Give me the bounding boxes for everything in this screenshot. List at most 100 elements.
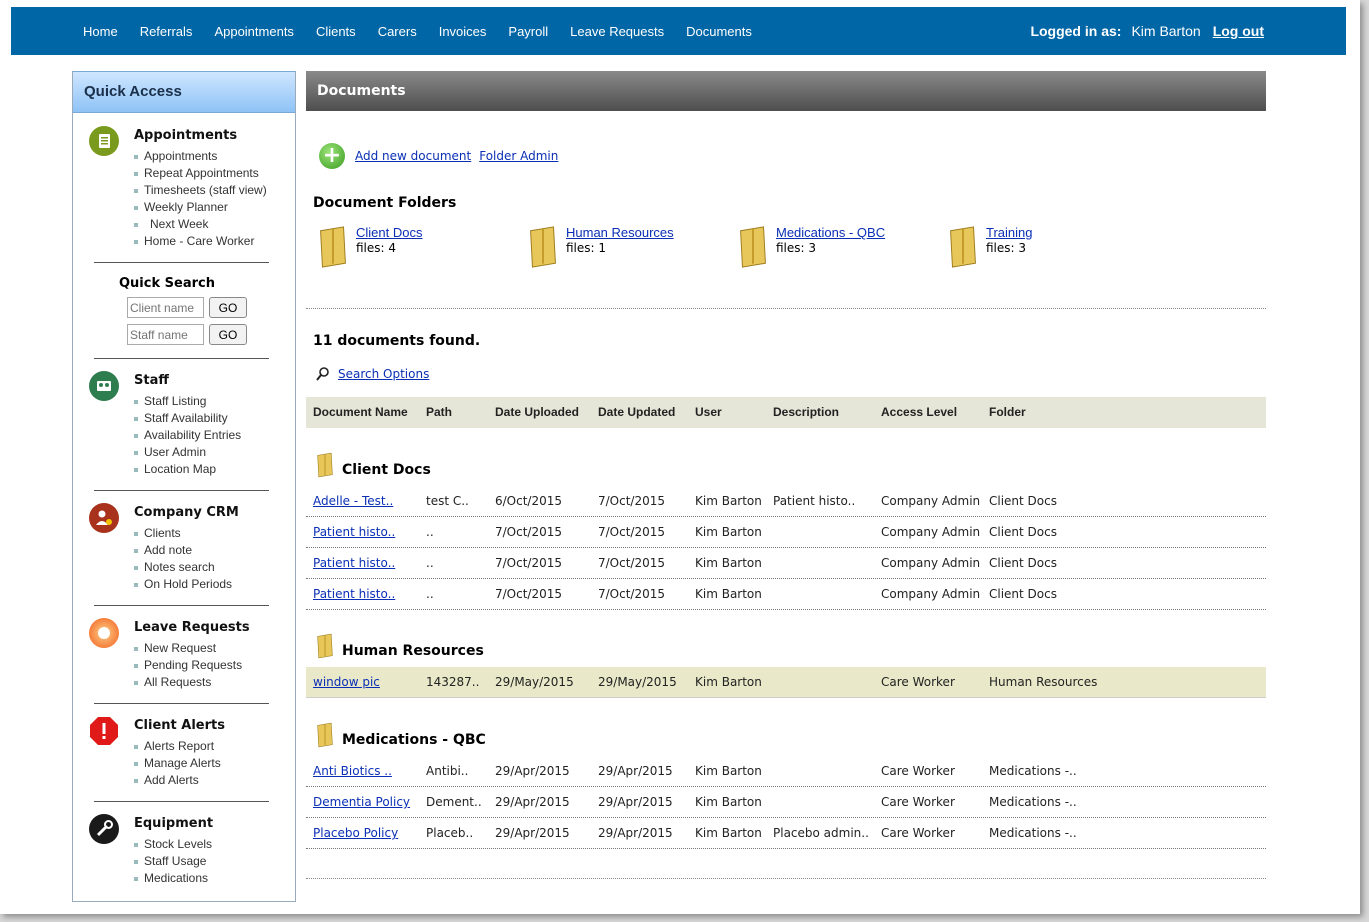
- sidebar-item-stock-levels[interactable]: Stock Levels: [134, 836, 212, 853]
- table-row[interactable]: Patient histo.... 7/Oct/2015 7/Oct/2015 Kim…: [306, 548, 1266, 579]
- main-nav: Home Referrals Appointments Clients Care…: [83, 7, 774, 55]
- nav-carers[interactable]: Carers: [378, 24, 417, 39]
- table-cell: Placeb..: [426, 826, 474, 840]
- folder-link[interactable]: Medications - QBC: [776, 225, 885, 240]
- folder-link[interactable]: Client Docs: [356, 225, 422, 240]
- sidebar-item-staff-usage[interactable]: Staff Usage: [134, 853, 212, 870]
- document-name-cell[interactable]: Patient histo..: [313, 517, 395, 547]
- search-options-link[interactable]: Search Options: [338, 367, 429, 381]
- document-link[interactable]: Adelle - Test..: [313, 494, 393, 508]
- sidebar-item-staff-availability[interactable]: Staff Availability: [134, 410, 241, 427]
- table-row[interactable]: Anti Biotics .. Antibi.. 29/Apr/2015 29/Apr…: [306, 756, 1266, 787]
- table-cell: 29/Apr/2015: [495, 795, 570, 809]
- sidebar-item-repeat-appointments[interactable]: Repeat Appointments: [134, 165, 267, 182]
- sidebar-item-pending-requests[interactable]: Pending Requests: [134, 657, 242, 674]
- add-new-document-link[interactable]: Add new document: [355, 149, 471, 163]
- table-cell: Kim Barton: [695, 525, 762, 539]
- nav-leave-requests[interactable]: Leave Requests: [570, 24, 664, 39]
- staff-search-go-button[interactable]: GO: [209, 324, 247, 345]
- equipment-title: Equipment: [134, 816, 214, 831]
- documents-found-count: 11 documents found.: [313, 333, 481, 349]
- table-cell: Care Worker: [881, 764, 955, 778]
- table-row[interactable]: Patient histo.... 7/Oct/2015 7/Oct/2015 Kim…: [306, 517, 1266, 548]
- divider: [94, 358, 269, 359]
- sidebar-item-location-map[interactable]: Location Map: [134, 461, 241, 478]
- table-row[interactable]: window pic 143287.. 29/May/2015 29/May/2015…: [306, 667, 1266, 698]
- sidebar-item-new-request[interactable]: New Request: [134, 640, 242, 657]
- client-name-input[interactable]: [127, 297, 204, 318]
- sidebar-item-add-note[interactable]: Add note: [134, 542, 232, 559]
- sidebar-item-availability-entries[interactable]: Availability Entries: [134, 427, 241, 444]
- document-link[interactable]: Patient histo..: [313, 587, 395, 601]
- table-cell: ..: [426, 587, 434, 601]
- col-date-uploaded[interactable]: Date Uploaded: [495, 397, 579, 428]
- document-name-cell[interactable]: Placebo Policy: [313, 818, 398, 848]
- document-name-cell[interactable]: Adelle - Test..: [313, 486, 393, 516]
- sidebar-item-clients[interactable]: Clients: [134, 525, 232, 542]
- table-row[interactable]: Patient histo.... 7/Oct/2015 7/Oct/2015 Kim…: [306, 579, 1266, 610]
- document-link[interactable]: Anti Biotics ..: [313, 764, 392, 778]
- nav-payroll[interactable]: Payroll: [508, 24, 548, 39]
- document-name-cell[interactable]: Patient histo..: [313, 548, 395, 578]
- sidebar-item-staff-listing[interactable]: Staff Listing: [134, 393, 241, 410]
- sidebar-item-manage-alerts[interactable]: Manage Alerts: [134, 755, 221, 772]
- sidebar-item-all-requests[interactable]: All Requests: [134, 674, 242, 691]
- sidebar-item-alerts-report[interactable]: Alerts Report: [134, 738, 221, 755]
- folder-link[interactable]: Training: [986, 225, 1032, 240]
- sidebar-item-weekly-planner[interactable]: Weekly Planner: [134, 199, 267, 216]
- document-link[interactable]: Patient histo..: [313, 525, 395, 539]
- logout-link[interactable]: Log out: [1213, 23, 1264, 39]
- nav-documents[interactable]: Documents: [686, 24, 752, 39]
- sidebar-item-medications[interactable]: Medications: [134, 870, 212, 887]
- nav-home[interactable]: Home: [83, 24, 118, 39]
- nav-invoices[interactable]: Invoices: [439, 24, 487, 39]
- table-cell: 7/Oct/2015: [598, 556, 666, 570]
- col-date-updated[interactable]: Date Updated: [598, 397, 675, 428]
- sidebar-item-user-admin[interactable]: User Admin: [134, 444, 241, 461]
- divider: [94, 490, 269, 491]
- document-name-cell[interactable]: Dementia Policy: [313, 787, 410, 817]
- quick-access-sidebar: Quick Access Appointments Appointments R…: [72, 71, 296, 902]
- sidebar-item-timesheets[interactable]: Timesheets (staff view): [134, 182, 267, 199]
- document-link[interactable]: Dementia Policy: [313, 795, 410, 809]
- client-search-go-button[interactable]: GO: [209, 297, 247, 318]
- col-document-name[interactable]: Document Name: [313, 397, 408, 428]
- table-row[interactable]: Adelle - Test.. test C.. 6/Oct/2015 7/Oct/2…: [306, 486, 1266, 517]
- folder-link[interactable]: Human Resources: [566, 225, 674, 240]
- document-link[interactable]: window pic: [313, 675, 380, 689]
- staff-name-input[interactable]: [127, 324, 204, 345]
- col-folder[interactable]: Folder: [989, 397, 1026, 428]
- divider: [94, 703, 269, 704]
- nav-appointments[interactable]: Appointments: [214, 24, 294, 39]
- col-user[interactable]: User: [695, 397, 722, 428]
- col-description[interactable]: Description: [773, 397, 839, 428]
- folder-file-count: files: 4: [356, 241, 397, 255]
- nav-referrals[interactable]: Referrals: [140, 24, 193, 39]
- sidebar-item-notes-search[interactable]: Notes search: [134, 559, 232, 576]
- sidebar-item-on-hold-periods[interactable]: On Hold Periods: [134, 576, 232, 593]
- sidebar-item-home-care-worker[interactable]: Home - Care Worker: [134, 233, 267, 250]
- folder-icon: [317, 633, 333, 659]
- search-options[interactable]: Search Options: [316, 367, 437, 381]
- document-name-cell[interactable]: Anti Biotics ..: [313, 756, 392, 786]
- folder-admin-link[interactable]: Folder Admin: [479, 149, 558, 163]
- col-path[interactable]: Path: [426, 397, 452, 428]
- document-link[interactable]: Placebo Policy: [313, 826, 398, 840]
- add-plus-icon[interactable]: +: [319, 143, 345, 169]
- table-cell: 7/Oct/2015: [598, 525, 666, 539]
- sidebar-item-appointments[interactable]: Appointments: [134, 148, 267, 165]
- table-row[interactable]: Dementia Policy Dement.. 29/Apr/2015 29/Apr…: [306, 787, 1266, 818]
- sidebar-item-add-alerts[interactable]: Add Alerts: [134, 772, 221, 789]
- table-row[interactable]: Placebo Policy Placeb.. 29/Apr/2015 29/Apr/…: [306, 818, 1266, 849]
- table-cell: 143287..: [426, 675, 480, 689]
- document-name-cell[interactable]: window pic: [313, 667, 380, 697]
- table-cell: Company Admin: [881, 494, 981, 508]
- document-name-cell[interactable]: Patient histo..: [313, 579, 395, 609]
- nav-clients[interactable]: Clients: [316, 24, 356, 39]
- search-icon: [316, 367, 329, 381]
- wrench-icon: [89, 814, 119, 844]
- col-access-level[interactable]: Access Level: [881, 397, 957, 428]
- document-link[interactable]: Patient histo..: [313, 556, 395, 570]
- table-cell: Client Docs: [989, 587, 1057, 601]
- sidebar-item-next-week[interactable]: Next Week: [134, 216, 267, 233]
